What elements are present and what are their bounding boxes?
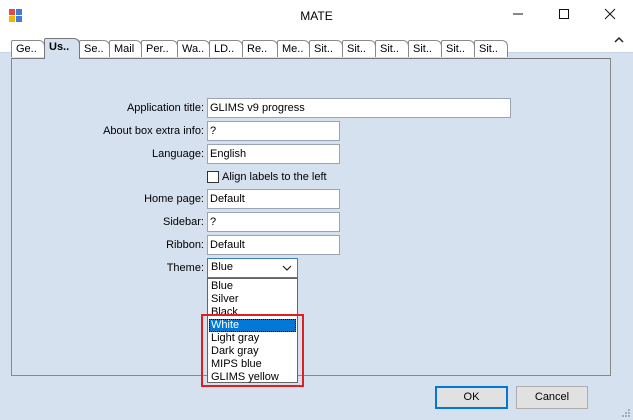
tab-8[interactable]: Me.. — [277, 40, 310, 57]
align-labels-checkbox[interactable] — [207, 171, 219, 183]
tab-14[interactable]: Sit.. — [474, 40, 508, 57]
home-page-label: Home page: — [144, 193, 204, 205]
minimize-button[interactable] — [495, 0, 541, 31]
resize-grip-icon[interactable] — [621, 408, 631, 418]
title-bar: MATE — [0, 0, 633, 32]
tab-3[interactable]: Mail — [109, 40, 142, 57]
theme-combobox-value: Blue — [211, 261, 234, 273]
theme-label: Theme: — [166, 262, 204, 274]
home-page-field[interactable]: Default — [207, 189, 340, 209]
tab-10[interactable]: Sit.. — [342, 40, 376, 57]
theme-option[interactable]: GLIMS yellow — [209, 371, 296, 384]
application-title-field[interactable]: GLIMS v9 progress — [207, 98, 511, 118]
close-icon — [604, 8, 616, 20]
ok-button[interactable]: OK — [435, 386, 508, 409]
sidebar-label: Sidebar: — [163, 216, 204, 228]
ribbon-field[interactable]: Default — [207, 235, 340, 255]
language-field[interactable]: English — [207, 144, 340, 164]
minimize-icon — [513, 13, 523, 15]
tab-12[interactable]: Sit.. — [408, 40, 442, 57]
tab-0[interactable]: Ge.. — [11, 40, 45, 57]
language-label: Language: — [152, 148, 204, 160]
tab-6[interactable]: LD.. — [209, 40, 243, 57]
align-labels-label[interactable]: Align labels to the left — [222, 171, 327, 183]
tab-9[interactable]: Sit.. — [309, 40, 343, 57]
tab-13[interactable]: Sit.. — [441, 40, 475, 57]
about-box-field[interactable]: ? — [207, 121, 340, 141]
theme-option[interactable]: Silver — [209, 293, 296, 306]
close-button[interactable] — [587, 0, 633, 31]
tab-5[interactable]: Wa.. — [177, 40, 210, 57]
cancel-button[interactable]: Cancel — [516, 386, 588, 409]
application-title-label: Application title: — [126, 102, 204, 114]
theme-option[interactable]: Black — [209, 306, 296, 319]
theme-option[interactable]: MIPS blue — [209, 358, 296, 371]
maximize-button[interactable] — [541, 0, 587, 31]
ribbon-label: Ribbon: — [166, 239, 204, 251]
theme-option[interactable]: Dark gray — [209, 345, 296, 358]
theme-option[interactable]: White — [209, 319, 296, 332]
maximize-icon — [559, 9, 569, 19]
tab-7[interactable]: Re.. — [242, 40, 278, 57]
theme-option[interactable]: Light gray — [209, 332, 296, 345]
theme-option[interactable]: Blue — [209, 280, 296, 293]
tab-1[interactable]: Us.. — [44, 38, 80, 59]
chevron-down-icon — [282, 265, 292, 271]
tab-2[interactable]: Se.. — [79, 40, 110, 57]
about-box-label: About box extra info: — [103, 125, 204, 137]
sidebar-field[interactable]: ? — [207, 212, 340, 232]
tab-4[interactable]: Per.. — [141, 40, 178, 57]
collapse-ribbon-icon[interactable] — [613, 35, 625, 47]
theme-dropdown-list: Blue Silver Black White Light gray Dark gray M… — [207, 278, 298, 383]
tab-11[interactable]: Sit.. — [375, 40, 409, 57]
theme-combobox[interactable]: Blue — [207, 258, 298, 278]
